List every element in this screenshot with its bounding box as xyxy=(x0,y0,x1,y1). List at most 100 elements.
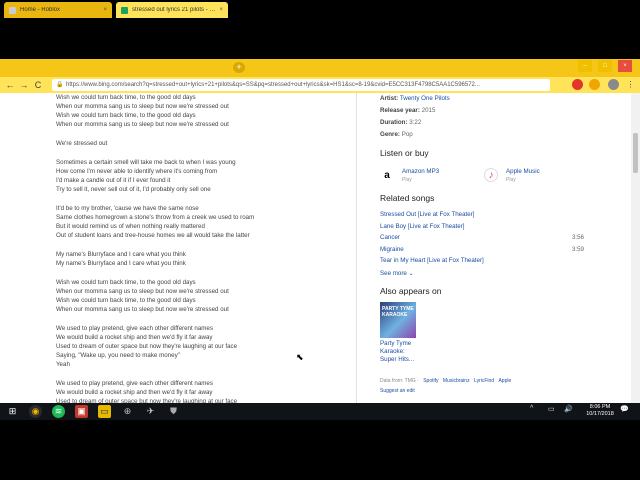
spotify-icon[interactable]: ≋ xyxy=(52,405,65,418)
listen-services: a Amazon MP3 Play ♪ Apple Music Play xyxy=(380,164,600,186)
artist-row: Artist: Twenty One Pilots xyxy=(380,95,450,102)
address-bar[interactable]: 🔒 https://www.bing.com/search?q=stressed… xyxy=(52,79,550,91)
lyric-line: Saying, "Wake up, you need to make money… xyxy=(56,352,180,359)
related-songs-list: Stressed Out [Live at Fox Theater] Lane B… xyxy=(380,209,600,267)
maximize-button[interactable]: □ xyxy=(598,60,612,72)
data-sources: Data from: TMG · Spotify Musicbrainz Lyr… xyxy=(380,377,512,384)
lyric-line: Try to sell it, never sell out of it, I'… xyxy=(56,186,211,193)
suggest-edit-link[interactable]: Suggest an edit xyxy=(380,388,600,394)
scrollbar-thumb[interactable] xyxy=(633,133,638,173)
apple-music-logo-icon: ♪ xyxy=(484,168,498,182)
lyric-stanza: We used to play pretend, give each other… xyxy=(56,379,356,403)
lyric-line: Yeah xyxy=(56,361,70,368)
see-more-link[interactable]: See more ⌄ xyxy=(380,269,600,279)
lyric-line: We would build a rocket ship and then we… xyxy=(56,389,213,396)
related-song-duration: 3:59 xyxy=(571,245,584,253)
menu-dots-icon[interactable]: ⋮ xyxy=(625,79,636,90)
close-window-button[interactable]: × xyxy=(618,60,632,72)
extension-icon[interactable] xyxy=(589,79,600,90)
notifications-icon[interactable]: 💬 xyxy=(620,405,629,413)
lyric-line: We used to play pretend, give each other… xyxy=(56,380,213,387)
related-song-link[interactable]: Tear in My Heart [Live at Fox Theater] xyxy=(380,255,584,267)
lock-icon: 🔒 xyxy=(56,82,64,88)
lyric-stanza: Sometimes a certain smell will take me b… xyxy=(56,158,356,194)
media-app-icon[interactable]: ▣ xyxy=(75,405,88,418)
lyric-line: Wish we could turn back time, to the goo… xyxy=(56,94,196,101)
lyric-line: I'd make a candle out of it if I ever fo… xyxy=(56,177,171,184)
source-link[interactable]: LyricFind xyxy=(474,378,494,384)
related-song-link[interactable]: Lane Boy [Live at Fox Theater] xyxy=(380,221,584,233)
listen-heading: Listen or buy xyxy=(380,148,429,158)
tab-roblox[interactable]: Home - Roblox × xyxy=(4,2,112,18)
battery-icon[interactable]: ▭ xyxy=(548,405,555,413)
chevron-down-icon: ⌄ xyxy=(408,269,414,277)
tab-bing[interactable]: stressed out lyrics 21 pilots - Bing × xyxy=(116,2,228,18)
clock[interactable]: 8:06 PM 10/17/2018 xyxy=(586,404,614,418)
lyric-stanza: Wish we could turn back time, to the goo… xyxy=(56,278,356,314)
related-song-title: Migraine xyxy=(380,245,404,253)
source-link[interactable]: Musicbrainz xyxy=(443,378,470,384)
lyric-stanza: It'd be to my brother, 'cause we have th… xyxy=(56,204,356,240)
related-song-link[interactable]: Migraine 3:59 xyxy=(380,244,584,256)
roblox-favicon-icon xyxy=(9,6,16,14)
taskbar xyxy=(0,403,640,420)
lyric-line: Wish we could turn back time, to the goo… xyxy=(56,112,196,119)
tab-bar xyxy=(0,59,640,77)
app-icon[interactable]: ⊕ xyxy=(121,405,134,418)
shield-icon[interactable]: ⛊ xyxy=(167,405,180,418)
source-link[interactable]: Spotify xyxy=(423,378,438,384)
minimize-button[interactable]: – xyxy=(578,60,592,72)
reload-icon[interactable]: C xyxy=(31,78,45,92)
lyric-stanza: We used to play pretend, give each other… xyxy=(56,324,356,369)
related-song-link[interactable]: Stressed Out [Live at Fox Theater] xyxy=(380,209,584,221)
new-tab-button[interactable]: + xyxy=(233,62,245,73)
lyric-line: Sometimes a certain smell will take me b… xyxy=(56,159,236,166)
mouse-cursor-icon: ⬉ xyxy=(296,352,304,362)
lyric-line: When our momma sang us to sleep but now … xyxy=(56,103,229,110)
back-arrow-icon[interactable]: ← xyxy=(3,78,17,92)
tab-close-icon[interactable]: × xyxy=(103,7,107,13)
release-year-row: Release year: 2015 xyxy=(380,107,436,114)
apple-music-link[interactable]: ♪ Apple Music Play xyxy=(484,164,588,186)
album-title-link[interactable]: Party Tyme Karaoke: Super Hits... xyxy=(380,340,420,364)
bing-favicon-icon xyxy=(121,6,128,14)
file-explorer-icon[interactable]: ▭ xyxy=(98,405,111,418)
related-heading: Related songs xyxy=(380,193,435,203)
album-art[interactable]: PARTY TYME KARAOKE xyxy=(380,301,416,338)
forward-arrow-icon[interactable]: → xyxy=(17,78,31,92)
lyric-line: But it would remind us of when nothing r… xyxy=(56,223,205,230)
lyric-line: Wish we could turn back time, to the goo… xyxy=(56,297,196,304)
related-song-title: Lane Boy [Live at Fox Theater] xyxy=(380,222,465,230)
tray-chevron-icon[interactable]: ^ xyxy=(530,405,533,412)
profile-avatar[interactable] xyxy=(608,79,619,90)
url-text: https://www.bing.com/search?q=stressed+o… xyxy=(66,82,480,88)
toolbar: ← → C 🔒 https://www.bing.com/search?q=st… xyxy=(0,77,640,93)
related-song-link[interactable]: Cancer 3:56 xyxy=(380,232,584,244)
screen: Home - Roblox × stressed out lyrics 21 p… xyxy=(0,0,640,480)
also-appears-heading: Also appears on xyxy=(380,285,442,296)
lyric-line: When our momma sang us to sleep but now … xyxy=(56,121,229,128)
amazon-mp3-link[interactable]: a Amazon MP3 Play xyxy=(380,164,484,186)
lyric-line: We used to play pretend, give each other… xyxy=(56,325,213,332)
related-song-title: Stressed Out [Live at Fox Theater] xyxy=(380,211,475,218)
lyric-line: Same clothes homegrown a stone's throw f… xyxy=(56,214,255,221)
column-divider xyxy=(356,93,357,403)
tab-label: stressed out lyrics 21 pilots - Bing xyxy=(132,7,217,13)
scrollbar[interactable] xyxy=(631,93,640,403)
artist-link[interactable]: Twenty One Pilots xyxy=(400,95,450,102)
duration-row: Duration: 3:22 xyxy=(380,119,422,126)
amazon-logo-icon: a xyxy=(384,169,390,181)
chrome-icon[interactable]: ◉ xyxy=(29,405,42,418)
related-song-title: Tear in My Heart [Live at Fox Theater] xyxy=(380,257,484,264)
volume-icon[interactable]: 🔊 xyxy=(564,405,573,413)
app-icon[interactable]: ✈ xyxy=(144,405,157,418)
windows-start-icon[interactable]: ⊞ xyxy=(6,405,19,418)
web-page: Wish we could turn back time, to the goo… xyxy=(0,93,640,403)
lyric-stanza: Wish we could turn back time, to the goo… xyxy=(56,93,356,129)
tab-close-icon[interactable]: × xyxy=(219,7,223,13)
extension-icon[interactable] xyxy=(572,79,583,90)
related-song-duration: 3:56 xyxy=(571,234,584,241)
lyric-line: How come I'm never able to identify wher… xyxy=(56,168,218,175)
lyrics-panel: Wish we could turn back time, to the goo… xyxy=(56,93,356,403)
source-link[interactable]: Apple xyxy=(498,378,511,384)
